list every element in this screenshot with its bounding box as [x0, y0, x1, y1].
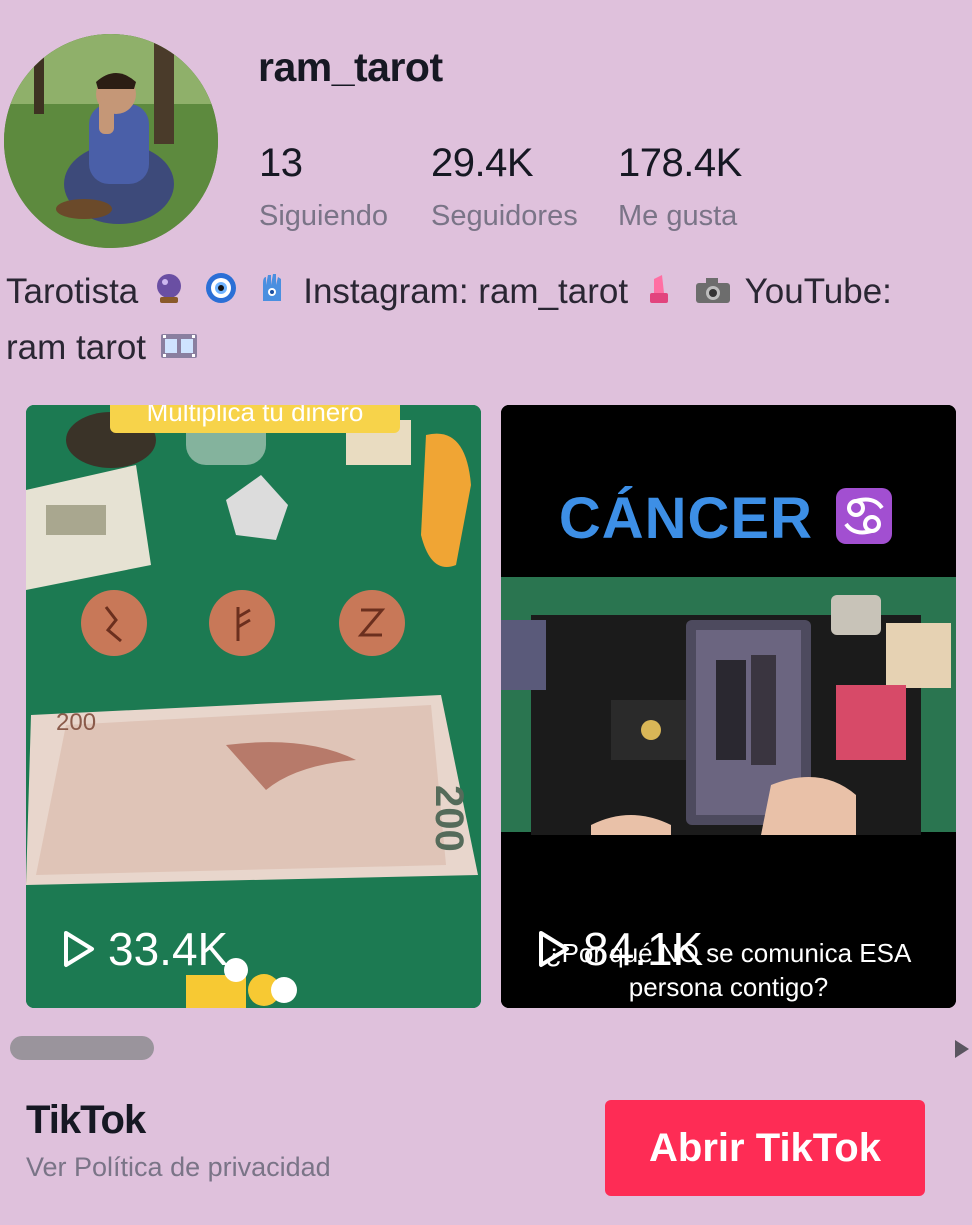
- likes-count: 178.4K: [618, 141, 742, 185]
- bio-text-instagram: Instagram: ram_tarot: [303, 272, 629, 311]
- followers-label: Seguidores: [431, 200, 578, 232]
- video-1-view-count: 33.4K: [108, 923, 229, 975]
- video-card-2[interactable]: CÁNCER 84.1K ¿Por qué NO se comunica ESA…: [501, 405, 956, 1008]
- camera-icon: [694, 267, 732, 321]
- following-label: Siguiendo: [259, 200, 388, 232]
- profile-avatar[interactable]: [4, 34, 218, 248]
- video-1-banner: Multiplica tu dinero: [110, 405, 400, 433]
- video-1-views: 33.4K: [62, 922, 228, 976]
- video-card-1[interactable]: 200 200 Multiplica tu dinero 33.4K: [26, 405, 481, 1008]
- bio-text-youtube: YouTube:: [744, 272, 892, 311]
- crystal-ball-icon: [152, 267, 186, 321]
- svg-text:200: 200: [427, 785, 471, 852]
- nazar-amulet-icon: [204, 267, 238, 321]
- scroll-right-arrow-icon[interactable]: [955, 1040, 969, 1063]
- followers-stat[interactable]: 29.4K Seguidores: [431, 140, 578, 233]
- profile-username: ram_tarot: [258, 44, 443, 90]
- likes-stat: 178.4K Me gusta: [618, 140, 742, 233]
- film-frames-icon: [160, 323, 198, 377]
- likes-label: Me gusta: [618, 200, 738, 232]
- open-tiktok-button[interactable]: Abrir TikTok: [605, 1100, 925, 1196]
- cancer-zodiac-icon: [834, 486, 894, 560]
- video-2-title-text: CÁNCER: [558, 486, 813, 551]
- profile-bio: Tarotista Instagram: ram_tarot YouTube: …: [6, 265, 956, 377]
- video-2-title: CÁNCER: [501, 485, 956, 560]
- privacy-policy-link[interactable]: Ver Política de privacidad: [26, 1152, 331, 1183]
- bio-text-tarotista: Tarotista: [6, 272, 139, 311]
- play-icon: [64, 931, 94, 967]
- lipstick-icon: [642, 267, 676, 321]
- followers-count: 29.4K: [431, 141, 534, 185]
- bio-text-ram-tarot: ram tarot: [6, 327, 147, 367]
- following-count: 13: [259, 141, 303, 185]
- carousel-scrollbar[interactable]: [10, 1036, 154, 1060]
- tiktok-logo[interactable]: TikTok: [26, 1098, 146, 1143]
- following-stat[interactable]: 13 Siguiendo: [259, 140, 388, 233]
- hamsa-icon: [255, 267, 289, 321]
- video-2-caption: ¿Por qué NO se comunica ESA persona cont…: [545, 938, 912, 1002]
- svg-text:200: 200: [56, 709, 96, 736]
